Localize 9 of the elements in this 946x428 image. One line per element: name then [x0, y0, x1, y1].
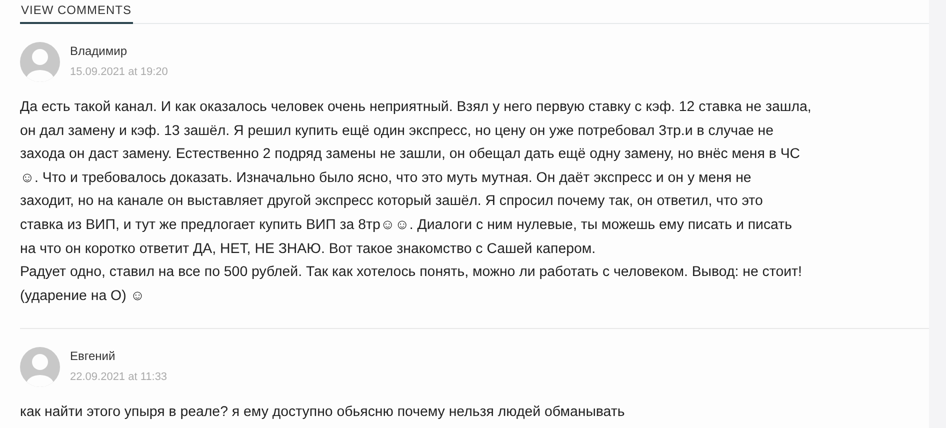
comment-text: как найти этого упыря в реале? я ему доступно обьясню почему нельзя людей обманывать — [20, 403, 626, 422]
author-name: Владимир — [70, 44, 128, 58]
comment-date: 22.09.2021 at 11:33 — [70, 371, 168, 384]
comment-date: 15.09.2021 at 19:20 — [70, 66, 168, 78]
avatar-icon — [20, 347, 60, 388]
comments-tab[interactable]: VIEW COMMENTS — [20, 0, 132, 24]
comment-text: Да есть такой канал. И как оказалось человек очень неприятный. Взял у него первую ставку с кэф. 12 ставка не зашла, он дал замену и кэф. 13 зашёл. Я решил купить ещё один экспресс, но цену он уже потребовал 3тр.и в случае не захода он даст замену. Естественно 2 подряд замены не зашли, он обещал дать ещё одну замену, но внёс меня в ЧС ☺. Что и требовалось доказать. Изначально было ясно, что это муть мутная. Он даёт экспресс и он у меня не заходит, но на канале он выставляет другой экспресс который зашёл. Я спросил почему так, он ответил, что это ставка из ВИП, и тут же предлогает купить ВИП за 8тр☺☺. Диалоги с ним нулевые, ты можешь ему писать и писать на что он коротко ответит ДА, НЕТ, НЕ ЗНАЮ. Вот такое знакомство с Сашей капером. Радует одно, ставил на все по 500 рублей. Так как хотелось понять, можно ли работать с человеком. Вывод: не стоит! (ударение на О) ☺ — [20, 98, 812, 306]
avatar-icon — [20, 42, 60, 82]
author-name: Евгений — [70, 349, 116, 364]
